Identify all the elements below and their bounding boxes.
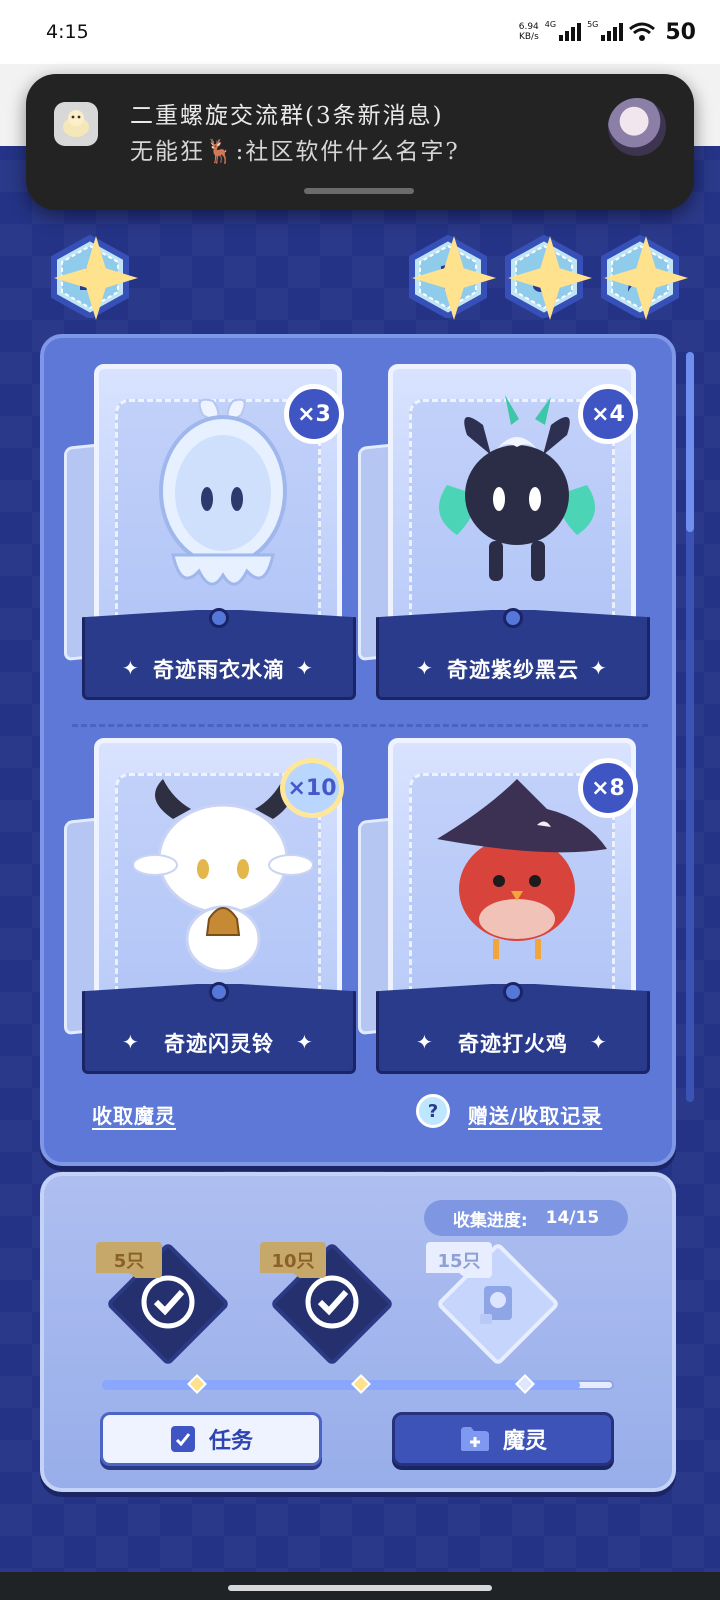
card-name: 奇迹打火鸡 (458, 1032, 568, 1056)
chat-app-icon (54, 102, 98, 146)
receive-spirit-link[interactable]: 收取魔灵 (92, 1100, 176, 1129)
cat-food-bag-icon (480, 1286, 512, 1324)
network-speed: 6.94 KB/s (519, 22, 539, 42)
notification-handle[interactable] (304, 188, 414, 194)
sparkle-icon (412, 236, 496, 320)
progress-node (515, 1374, 535, 1394)
task-button[interactable]: 任务 (100, 1412, 322, 1466)
nameplate-dot (503, 608, 523, 628)
help-button[interactable]: ? (406, 234, 496, 320)
network-speed-unit: KB/s (518, 32, 539, 42)
card-count-badge: ×10 (280, 758, 344, 818)
sparkle-icon (54, 236, 138, 320)
records-help-icon[interactable]: ? (416, 1094, 450, 1128)
scrollbar-thumb[interactable] (686, 352, 694, 532)
folder-add-icon (460, 1427, 489, 1451)
sparkle-icon (508, 236, 592, 320)
collection-progress-panel: 收集进度: 14/15 5只 10只 15只 任务 魔灵 (40, 1172, 676, 1492)
collection-progress-fill (102, 1380, 580, 1390)
nameplate-dot (209, 608, 229, 628)
sender-avatar (608, 98, 666, 156)
sparkle-icon: ✦ (296, 656, 313, 680)
spirit-collection-panel: ×3 ✦ 奇迹雨衣水滴 ✦ ×4 ✦ 奇迹紫纱黑云 ✦ ×10 ✦ 奇迹闪灵铃 … (40, 334, 676, 1166)
card-count-badge: ×8 (578, 758, 638, 818)
milestone-reward-10[interactable]: 10只 (260, 1234, 395, 1374)
milestone-tag: 10只 (260, 1242, 326, 1278)
claimed-check-icon (141, 1275, 195, 1329)
signal-tag-4g: 4G (544, 19, 557, 29)
sparkle-icon: ✦ (296, 1030, 313, 1054)
card-count-badge: ×4 (578, 384, 638, 444)
notification-message: 无能狂🦌:社区软件什么名字? (130, 139, 460, 165)
card-count-badge: ×3 (284, 384, 344, 444)
spirit-card-flash-bell[interactable]: ×10 ✦ 奇迹闪灵铃 ✦ (64, 738, 356, 1094)
status-bar: 4:15 6.94 KB/s 4G 5G 50 (0, 0, 720, 64)
signal-tag-5g: 5G (587, 19, 599, 29)
progress-node (187, 1374, 207, 1394)
sparkle-icon: ✦ (590, 656, 607, 680)
card-name: 奇迹雨衣水滴 (153, 658, 285, 682)
claimed-check-icon (305, 1275, 359, 1329)
sparkle-icon (604, 236, 688, 320)
share-button[interactable] (598, 234, 688, 320)
sparkle-icon: ✦ (590, 1030, 607, 1054)
task-button-label: 任务 (208, 1429, 253, 1454)
notification-title: 二重螺旋交流群(3条新消息) (130, 103, 444, 129)
spirit-card-raincoat-droplet[interactable]: ×3 ✦ 奇迹雨衣水滴 ✦ (64, 364, 356, 720)
signal-bars-2-icon (601, 23, 624, 41)
card-name: 奇迹紫纱黑云 (447, 658, 579, 682)
home-button[interactable] (48, 234, 138, 320)
status-indicators: 6.94 KB/s 4G 5G 50 (519, 20, 696, 45)
collection-progress-value: 14/15 (545, 1208, 600, 1228)
home-gesture-handle[interactable] (228, 1585, 492, 1591)
nameplate-dot (503, 982, 523, 1002)
progress-node (351, 1374, 371, 1394)
battery-level: 50 (665, 19, 696, 45)
network-speed-value: 6.94 (518, 22, 539, 32)
milestone-reward-5[interactable]: 5只 (96, 1234, 231, 1374)
spirit-button-label: 魔灵 (502, 1429, 547, 1454)
card-name: 奇迹闪灵铃 (164, 1032, 274, 1056)
signal-bars-icon (559, 23, 582, 41)
gift-receive-records-link[interactable]: 赠送/收取记录 (468, 1100, 602, 1129)
task-checklist-icon (170, 1426, 195, 1452)
collection-progress-pill: 收集进度: 14/15 (424, 1200, 628, 1236)
music-button[interactable] (502, 234, 592, 320)
status-time: 4:15 (46, 21, 89, 43)
row-divider (72, 724, 648, 727)
milestone-tag: 5只 (96, 1242, 162, 1278)
spirit-card-purple-gauze-cloud[interactable]: ×4 ✦ 奇迹紫纱黑云 ✦ (358, 364, 650, 720)
spirit-card-fire-chicken[interactable]: ×8 ✦ 奇迹打火鸡 ✦ (358, 738, 650, 1094)
nameplate-dot (209, 982, 229, 1002)
milestone-reward-15[interactable]: 15只 (426, 1234, 561, 1374)
wifi-icon (629, 22, 656, 41)
milestone-tag: 15只 (426, 1242, 492, 1278)
spirit-button[interactable]: 魔灵 (392, 1412, 614, 1466)
message-notification[interactable]: 二重螺旋交流群(3条新消息) 无能狂🦌:社区软件什么名字? (26, 74, 694, 210)
collection-progress-label: 收集进度: (452, 1210, 528, 1231)
